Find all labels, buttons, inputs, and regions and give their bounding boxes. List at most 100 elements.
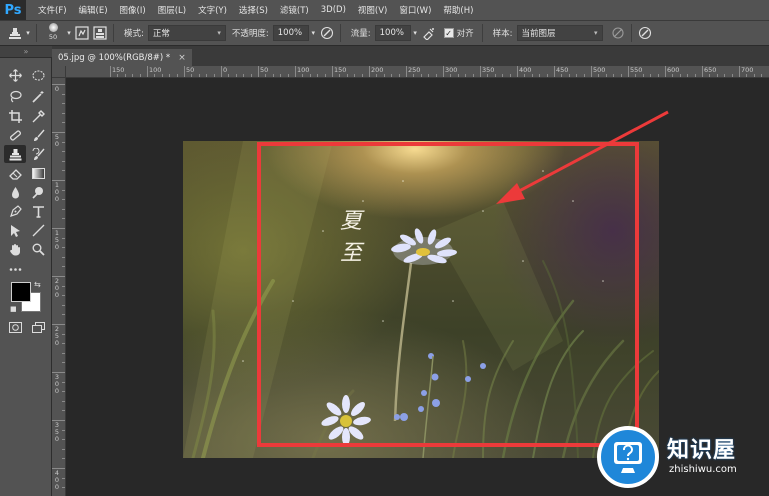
- menu-image[interactable]: 图像(I): [114, 4, 152, 16]
- align-checkbox[interactable]: ✓: [443, 28, 454, 38]
- ruler-minor-tick: [124, 74, 126, 77]
- sample-select[interactable]: 当前图层 ▾: [516, 25, 603, 41]
- ruler-tick: [480, 66, 481, 77]
- ignore-adjustment-layers-icon[interactable]: [609, 24, 627, 42]
- menu-layer[interactable]: 图层(L): [152, 4, 192, 16]
- line-tool-icon[interactable]: [27, 221, 49, 239]
- ruler-label: 2 5 0: [54, 325, 60, 347]
- clone-stamp-preset-icon[interactable]: [6, 24, 24, 42]
- vertical-ruler[interactable]: 0 5 0 1 0 0 1 5 0 2 0 0 2 5 0 3 0 0 3 5 0 4 0 0: [52, 78, 66, 496]
- ruler-minor-tick: [62, 93, 65, 95]
- history-brush-tool-icon[interactable]: [27, 145, 49, 163]
- opacity-dropdown-icon[interactable]: ▾: [309, 24, 318, 42]
- magic-wand-tool-icon[interactable]: [27, 87, 49, 105]
- ruler-minor-tick: [62, 448, 65, 450]
- separator: [113, 24, 114, 42]
- path-selection-tool-icon[interactable]: [4, 221, 26, 239]
- ruler-minor-tick: [62, 151, 65, 153]
- pressure-size-icon[interactable]: [636, 24, 654, 42]
- default-colors-icon[interactable]: ■: [10, 305, 17, 313]
- ruler-minor-tick: [62, 218, 65, 220]
- menu-view[interactable]: 视图(V): [352, 4, 393, 16]
- eraser-tool-icon[interactable]: [4, 164, 26, 182]
- ruler-minor-tick: [391, 74, 393, 77]
- ruler-minor-tick: [317, 74, 319, 77]
- separator: [339, 24, 341, 42]
- airbrush-icon[interactable]: [420, 24, 438, 42]
- menu-select[interactable]: 选择(S): [233, 4, 274, 16]
- dodge-tool-icon[interactable]: [27, 183, 49, 201]
- ruler-label: 3 5 0: [54, 421, 60, 443]
- eyedropper-tool-icon[interactable]: [27, 107, 49, 125]
- ruler-minor-tick: [62, 362, 65, 364]
- screen-mode-icon[interactable]: [27, 318, 49, 336]
- preset-dropdown-icon[interactable]: ▾: [24, 24, 32, 42]
- menu-filter[interactable]: 滤镜(T): [274, 4, 315, 16]
- horizontal-ruler[interactable]: 150 100 50 0 50 100 150 200 250 300 350 400 450 500 55…: [66, 66, 769, 78]
- brush-dropdown-icon[interactable]: ▾: [65, 24, 73, 42]
- pen-tool-icon[interactable]: [4, 202, 26, 220]
- quick-mask-icon[interactable]: [4, 318, 26, 336]
- close-icon[interactable]: ×: [178, 53, 186, 63]
- ruler-minor-tick: [228, 74, 230, 77]
- type-tool-icon[interactable]: [27, 202, 49, 220]
- opacity-input[interactable]: 100%: [272, 25, 309, 41]
- ruler-tick: [258, 66, 259, 77]
- foreground-color-swatch[interactable]: [11, 282, 31, 302]
- zoom-tool-icon[interactable]: [27, 240, 49, 258]
- brush-tool-icon[interactable]: [27, 126, 49, 144]
- chevron-down-icon: ▾: [217, 29, 221, 37]
- menu-3d[interactable]: 3D(D): [315, 5, 352, 15]
- ruler-minor-tick: [161, 74, 163, 77]
- ruler-minor-tick: [62, 285, 65, 287]
- ruler-label: 700: [741, 66, 754, 74]
- flow-input[interactable]: 100%: [374, 25, 411, 41]
- flow-dropdown-icon[interactable]: ▾: [411, 24, 420, 42]
- menu-type[interactable]: 文字(Y): [192, 4, 233, 16]
- ruler-minor-tick: [650, 74, 652, 77]
- menu-edit[interactable]: 编辑(E): [73, 4, 114, 16]
- ruler-minor-tick: [62, 160, 65, 162]
- more-tools-icon[interactable]: [4, 260, 26, 278]
- brush-panel-icon[interactable]: [73, 24, 91, 42]
- opacity-value: 100%: [277, 28, 303, 38]
- ruler-minor-tick: [169, 74, 171, 77]
- ruler-origin[interactable]: [52, 66, 66, 78]
- gradient-tool-icon[interactable]: [27, 164, 49, 182]
- menu-help[interactable]: 帮助(H): [437, 4, 479, 16]
- marquee-tool-icon[interactable]: [27, 66, 49, 84]
- ruler-minor-tick: [509, 74, 511, 77]
- ruler-minor-tick: [272, 74, 274, 77]
- toolbox-collapse-handle[interactable]: »: [0, 46, 52, 58]
- crop-tool-icon[interactable]: [4, 107, 26, 125]
- ruler-minor-tick: [450, 74, 452, 77]
- ruler-label: 500: [593, 66, 606, 74]
- swap-colors-icon[interactable]: ⇆: [34, 280, 41, 289]
- clone-source-panel-icon[interactable]: [91, 24, 109, 42]
- ruler-tick: [406, 66, 407, 77]
- ruler-label: 1 0 0: [54, 181, 60, 203]
- ruler-tick: [739, 66, 740, 77]
- ruler-label: 150: [112, 66, 125, 74]
- lasso-tool-icon[interactable]: [4, 87, 26, 105]
- brush-size-picker[interactable]: 50: [41, 22, 65, 44]
- ruler-label: 100: [149, 66, 162, 74]
- pressure-opacity-icon[interactable]: [318, 24, 336, 42]
- ruler-tick: [295, 66, 296, 77]
- menu-window[interactable]: 窗口(W): [393, 4, 437, 16]
- move-tool-icon[interactable]: [4, 66, 26, 84]
- ruler-minor-tick: [428, 74, 430, 77]
- ruler-minor-tick: [502, 74, 504, 77]
- mode-select[interactable]: 正常 ▾: [147, 25, 226, 41]
- ruler-minor-tick: [62, 439, 65, 441]
- ruler-tick: [221, 66, 222, 77]
- menu-file[interactable]: 文件(F): [32, 4, 73, 16]
- ruler-minor-tick: [62, 103, 65, 105]
- ruler-minor-tick: [657, 74, 659, 77]
- healing-brush-tool-icon[interactable]: [4, 126, 26, 144]
- hand-tool-icon[interactable]: [4, 240, 26, 258]
- document-tab[interactable]: 05.jpg @ 100%(RGB/8#) * ×: [52, 49, 192, 66]
- blur-tool-icon[interactable]: [4, 183, 26, 201]
- watermark-logo-icon: [597, 426, 659, 488]
- clone-stamp-tool-icon[interactable]: [4, 145, 26, 163]
